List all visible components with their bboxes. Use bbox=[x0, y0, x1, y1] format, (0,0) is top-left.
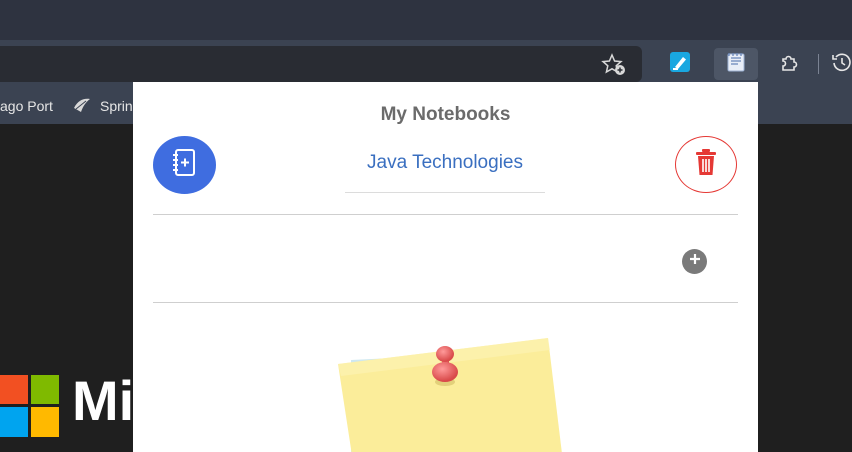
highlighter-icon bbox=[669, 51, 691, 78]
star-add-icon[interactable] bbox=[600, 52, 628, 78]
bookmark-label: Sprin bbox=[100, 98, 133, 115]
address-bar[interactable] bbox=[0, 46, 642, 82]
new-notebook-button[interactable] bbox=[153, 136, 216, 194]
popup-title: My Notebooks bbox=[380, 104, 511, 125]
delete-notebook-button[interactable] bbox=[675, 136, 737, 193]
notebook-icon bbox=[725, 51, 747, 78]
trash-icon bbox=[694, 148, 718, 181]
notebook-name[interactable]: Java Technologies bbox=[345, 152, 545, 174]
extensions-button[interactable] bbox=[771, 48, 807, 80]
add-note-button[interactable] bbox=[682, 249, 707, 274]
plus-circle-icon bbox=[688, 252, 702, 271]
notebook-extension-button[interactable] bbox=[714, 48, 758, 80]
bookmark-icon bbox=[72, 96, 92, 119]
browser-titlebar bbox=[0, 0, 852, 40]
bookmark-item[interactable]: Sprin bbox=[72, 96, 133, 116]
divider bbox=[153, 302, 738, 303]
bookmark-item[interactable]: ago Port bbox=[0, 96, 53, 116]
highlighter-extension-button[interactable] bbox=[662, 48, 698, 80]
toolbar-separator bbox=[818, 54, 819, 74]
bookmark-label: ago Port bbox=[0, 98, 53, 114]
sticky-note-illustration bbox=[333, 332, 563, 452]
history-icon bbox=[830, 51, 852, 78]
notebook-name-underline bbox=[345, 192, 545, 193]
notebook-add-icon bbox=[170, 147, 200, 184]
notebooks-popup: My Notebooks Java Technologies bbox=[133, 82, 758, 452]
puzzle-icon bbox=[778, 51, 800, 78]
history-button[interactable] bbox=[830, 48, 852, 80]
divider bbox=[153, 214, 738, 215]
microsoft-logo bbox=[0, 375, 60, 442]
